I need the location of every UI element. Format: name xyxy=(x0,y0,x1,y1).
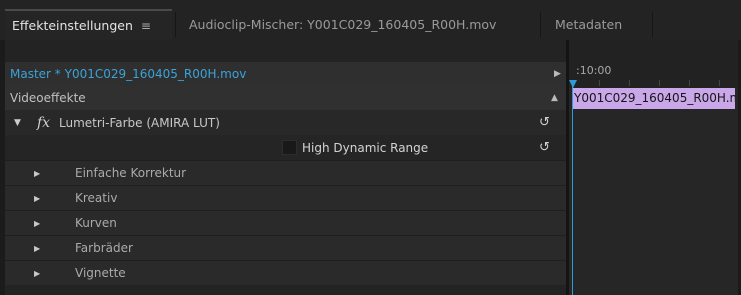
hdr-row: High Dynamic Range ↺ xyxy=(5,135,566,160)
timeline-clip[interactable]: Y001C029_160405_R00H.mov xyxy=(573,88,735,109)
section-label: Kurven xyxy=(75,216,117,230)
reset-icon[interactable]: ↺ xyxy=(539,140,550,155)
section-label: Kreativ xyxy=(75,191,118,205)
expand-triangle-icon[interactable]: ▶ xyxy=(34,244,40,253)
collapse-icon[interactable]: ▲ xyxy=(551,93,558,103)
tab-effect-controls[interactable]: Effekteinstellungen ≡ xyxy=(5,9,172,40)
expand-triangle-icon[interactable]: ▶ xyxy=(34,194,40,203)
section-row-kreativ[interactable]: ▶ Kreativ xyxy=(5,185,566,210)
expand-triangle-icon[interactable]: ▶ xyxy=(34,169,40,178)
expand-triangle-icon[interactable]: ▶ xyxy=(34,219,40,228)
ruler-tick xyxy=(719,80,720,86)
time-ruler[interactable]: :10:00 xyxy=(569,40,738,88)
video-effects-label: Videoeffekte xyxy=(10,91,86,105)
clip-header-title[interactable]: Master * Y001C029_160405_R00H.mov xyxy=(10,67,246,81)
effects-list: Master * Y001C029_160405_R00H.mov ▶ Vide… xyxy=(5,40,566,295)
video-effects-header[interactable]: Videoeffekte ▲ xyxy=(5,86,566,110)
tab-effect-controls-label: Effekteinstellungen xyxy=(12,18,133,33)
tab-separator xyxy=(175,12,176,37)
section-row-vignette[interactable]: ▶ Vignette xyxy=(5,260,566,285)
panel-menu-icon[interactable]: ≡ xyxy=(141,19,151,33)
panel-tab-bar: Effekteinstellungen ≡ Audioclip-Mischer:… xyxy=(0,0,741,40)
playhead-handle-icon[interactable] xyxy=(569,80,577,88)
tab-separator xyxy=(652,12,653,37)
ruler-tick xyxy=(599,80,600,86)
tab-metadata[interactable]: Metadaten xyxy=(549,9,649,40)
section-row-farbraeder[interactable]: ▶ Farbräder xyxy=(5,235,566,260)
hdr-checkbox[interactable] xyxy=(282,140,297,155)
clip-header-row[interactable]: Master * Y001C029_160405_R00H.mov ▶ xyxy=(5,62,566,86)
mini-timeline: :10:00 Y001C029_160405_R00H.mov xyxy=(569,40,738,295)
ruler-tick xyxy=(689,80,690,86)
fx-toggle-icon[interactable]: fx xyxy=(37,115,50,131)
timecode-label: :10:00 xyxy=(576,64,612,77)
ruler-tick xyxy=(629,80,630,86)
tab-separator xyxy=(540,12,541,37)
expand-triangle-icon[interactable]: ▶ xyxy=(34,269,40,278)
playhead-line xyxy=(572,86,573,295)
reset-icon[interactable]: ↺ xyxy=(539,115,550,130)
effect-name: Lumetri-Farbe (AMIRA LUT) xyxy=(59,115,220,130)
section-row-einfache-korrektur[interactable]: ▶ Einfache Korrektur xyxy=(5,160,566,185)
tab-audio-clip-mixer[interactable]: Audioclip-Mischer: Y001C029_160405_R00H.… xyxy=(181,9,511,40)
effect-controls-panel: Master * Y001C029_160405_R00H.mov ▶ Vide… xyxy=(5,40,738,295)
section-label: Einfache Korrektur xyxy=(75,166,187,180)
play-icon[interactable]: ▶ xyxy=(554,69,561,79)
ruler-tick xyxy=(659,80,660,86)
lumetri-effect-row[interactable]: ▼ fx Lumetri-Farbe (AMIRA LUT) ↺ xyxy=(5,110,566,135)
section-row-kurven[interactable]: ▶ Kurven xyxy=(5,210,566,235)
section-label: Vignette xyxy=(75,266,126,280)
tab-audio-clip-mixer-label: Audioclip-Mischer: Y001C029_160405_R00H.… xyxy=(189,17,497,32)
expand-triangle-icon[interactable]: ▼ xyxy=(14,118,21,128)
hdr-label: High Dynamic Range xyxy=(302,140,429,155)
section-label: Farbräder xyxy=(75,241,133,255)
tab-metadata-label: Metadaten xyxy=(555,17,623,32)
